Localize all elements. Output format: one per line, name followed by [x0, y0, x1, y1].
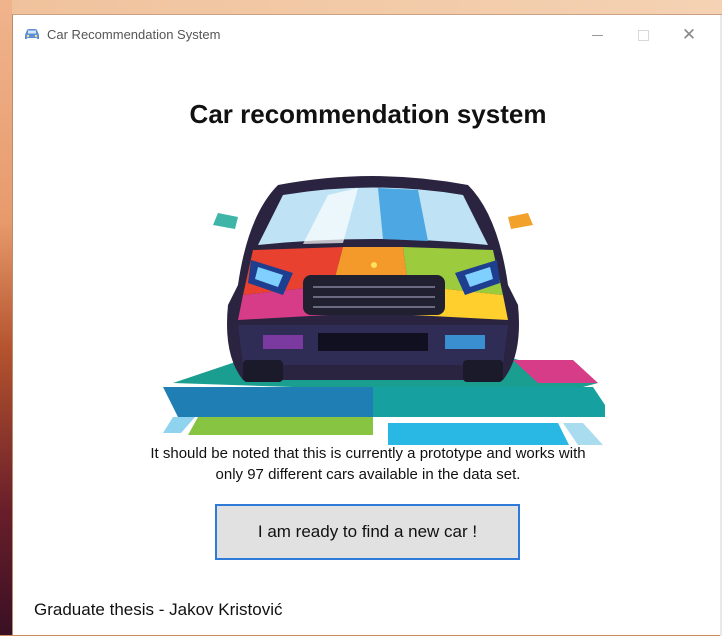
car-icon	[25, 29, 39, 39]
close-button[interactable]: ✕	[666, 21, 712, 49]
car-illustration	[163, 176, 605, 445]
notice-line-1: It should be noted that this is currentl…	[150, 445, 586, 462]
window-title: Car Recommendation System	[47, 27, 221, 42]
minimize-button[interactable]	[574, 21, 620, 49]
maximize-icon	[637, 29, 649, 41]
desktop-background-top	[0, 0, 722, 14]
minimize-icon	[591, 34, 603, 36]
close-icon: ✕	[681, 25, 697, 44]
maximize-button[interactable]	[620, 21, 666, 49]
title-bar[interactable]: Car Recommendation System ✕	[13, 15, 722, 55]
page-title: Car recommendation system	[189, 99, 547, 129]
desktop-background-left	[0, 0, 12, 635]
notice-line-2: only 97 different cars available in the …	[215, 466, 521, 483]
app-window: Car Recommendation System ✕ Car recommen…	[12, 14, 722, 636]
find-new-car-button[interactable]: I am ready to find a new car !	[215, 504, 520, 560]
prototype-notice: It should be noted that this is currentl…	[103, 443, 633, 485]
thesis-credit: Graduate thesis - Jakov Kristović	[34, 600, 283, 619]
